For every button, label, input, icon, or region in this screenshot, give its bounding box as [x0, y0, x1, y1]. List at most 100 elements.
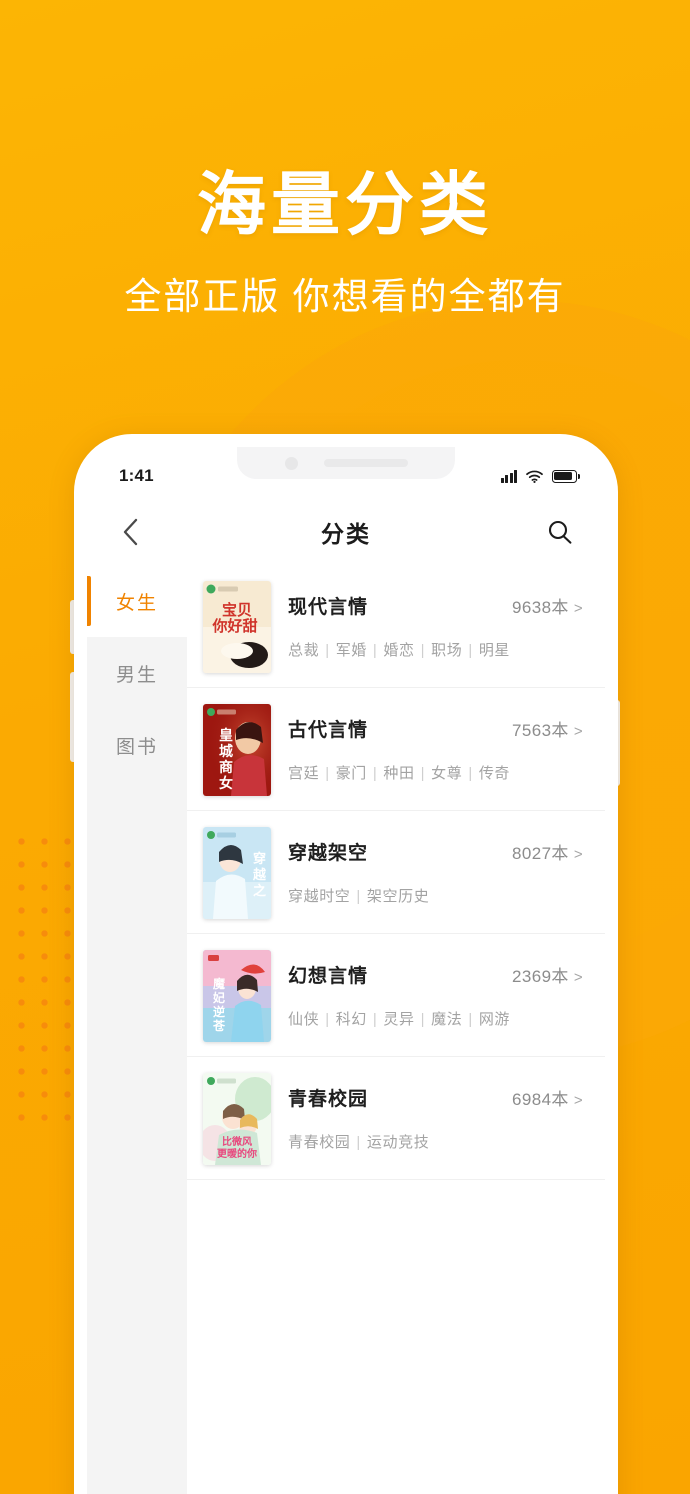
tag[interactable]: 总裁: [288, 642, 319, 659]
book-cover-image: 皇 城 商 女: [203, 704, 271, 796]
category-tags: 青春校园 | 运动竞技: [288, 1131, 583, 1152]
phone-screen: 1:41 分类 女生 男生 图书 宝贝 你好甜 现代言情 9638本 > 总裁 …: [87, 447, 605, 1494]
sidebar-item-books[interactable]: 图书: [87, 709, 187, 781]
search-button[interactable]: [543, 515, 577, 549]
category-sidebar: 女生 男生 图书: [87, 565, 187, 1494]
category-name: 穿越架空: [288, 843, 369, 864]
svg-text:之: 之: [253, 883, 266, 899]
book-cover-thumbnail: 穿 越 之: [203, 827, 271, 919]
promo-header: 海量分类 全部正版 你想看的全都有: [0, 165, 690, 320]
promo-title: 海量分类: [197, 165, 493, 245]
signal-bars-icon: [501, 469, 517, 483]
front-camera-icon: [284, 456, 298, 470]
category-tags: 宫廷 | 豪门 | 种田 | 女尊 | 传奇: [288, 762, 583, 783]
tag-separator: |: [372, 642, 378, 659]
sidebar-item-female[interactable]: 女生: [87, 565, 187, 637]
category-info: 现代言情 9638本 > 总裁 | 军婚 | 婚恋 | 职场 | 明星: [271, 579, 583, 673]
tag-separator: |: [468, 1011, 473, 1028]
category-info: 幻想言情 2369本 > 仙侠 | 科幻 | 灵异 | 魔法 | 网游: [271, 948, 583, 1042]
category-info: 穿越架空 8027本 > 穿越时空 | 架空历史: [271, 825, 583, 919]
category-header-row: 古代言情 7563本 >: [288, 715, 583, 742]
tag[interactable]: 网游: [479, 1011, 510, 1028]
svg-text:你好甜: 你好甜: [211, 617, 257, 635]
status-bar-icons: [501, 469, 581, 483]
back-button[interactable]: [113, 515, 147, 549]
category-count: 6984本 >: [512, 1085, 583, 1110]
earpiece-speaker: [323, 459, 408, 467]
sidebar-item-label: 男生: [115, 664, 158, 686]
svg-text:穿: 穿: [253, 851, 266, 867]
sidebar-item-label: 图书: [115, 736, 158, 758]
tag[interactable]: 豪门: [336, 765, 367, 782]
tag-separator: |: [420, 642, 426, 659]
category-name: 青春校园: [288, 1089, 369, 1110]
book-cover-image: 宝贝 你好甜: [203, 581, 271, 673]
category-tags: 仙侠 | 科幻 | 灵异 | 魔法 | 网游: [288, 1008, 583, 1029]
tag[interactable]: 魔法: [431, 1011, 462, 1028]
category-count-value: 7563本: [512, 721, 569, 740]
category-header-row: 幻想言情 2369本 >: [288, 961, 583, 988]
svg-text:皇: 皇: [219, 727, 233, 744]
tag-separator: |: [372, 1011, 378, 1028]
category-tags: 穿越时空 | 架空历史: [288, 885, 583, 906]
tag-separator: |: [325, 1011, 330, 1028]
chevron-left-icon: [123, 518, 137, 546]
phone-mockup: 1:41 分类 女生 男生 图书 宝贝 你好甜 现代言情 9638本 > 总裁 …: [74, 434, 618, 1494]
tag[interactable]: 婚恋: [383, 642, 414, 659]
page-title: 分类: [321, 521, 371, 547]
chevron-right-icon: >: [573, 600, 583, 617]
tag[interactable]: 军婚: [336, 642, 367, 659]
book-cover-image: 比微风 更暖的你: [203, 1073, 271, 1165]
svg-text:妃: 妃: [212, 990, 225, 1005]
tag[interactable]: 女尊: [431, 765, 462, 782]
category-tags: 总裁 | 军婚 | 婚恋 | 职场 | 明星: [288, 639, 583, 660]
battery-icon: [552, 469, 581, 483]
book-cover-image: 魔 妃 逆 苍: [203, 950, 271, 1042]
chevron-right-icon: >: [573, 723, 583, 740]
tag[interactable]: 灵异: [383, 1011, 414, 1028]
table-row[interactable]: 宝贝 你好甜 现代言情 9638本 > 总裁 | 军婚 | 婚恋 | 职场 | 明星: [187, 565, 605, 688]
category-info: 古代言情 7563本 > 宫廷 | 豪门 | 种田 | 女尊 | 传奇: [271, 702, 583, 796]
sidebar-item-label: 女生: [115, 592, 158, 614]
tag-separator: |: [356, 1134, 361, 1151]
tag[interactable]: 职场: [431, 642, 462, 659]
book-cover-image: 穿 越 之: [203, 827, 271, 919]
table-row[interactable]: 皇 城 商 女 古代言情 7563本 > 宫廷 | 豪门 | 种田 | 女尊 |…: [187, 688, 605, 811]
tag-separator: |: [356, 888, 361, 905]
tag-separator: |: [325, 765, 330, 782]
tag-separator: |: [420, 1011, 426, 1028]
book-cover-thumbnail: 宝贝 你好甜: [203, 581, 271, 673]
sidebar-item-male[interactable]: 男生: [87, 637, 187, 709]
table-row[interactable]: 比微风 更暖的你 青春校园 6984本 > 青春校园 | 运动竞技: [187, 1057, 605, 1180]
tag[interactable]: 科幻: [336, 1011, 367, 1028]
tag[interactable]: 传奇: [479, 765, 510, 782]
tag[interactable]: 运动竞技: [367, 1134, 429, 1151]
book-cover-thumbnail: 魔 妃 逆 苍: [203, 950, 271, 1042]
category-header-row: 青春校园 6984本 >: [288, 1084, 583, 1111]
category-list: 宝贝 你好甜 现代言情 9638本 > 总裁 | 军婚 | 婚恋 | 职场 | 明星: [187, 565, 605, 1494]
category-count-value: 6984本: [512, 1090, 569, 1109]
category-count-value: 9638本: [512, 598, 569, 617]
category-count: 9638本 >: [512, 593, 583, 618]
tag[interactable]: 架空历史: [367, 888, 429, 905]
category-count: 7563本 >: [512, 716, 583, 741]
tag[interactable]: 仙侠: [288, 1011, 319, 1028]
tag[interactable]: 宫廷: [288, 765, 319, 782]
category-count: 8027本 >: [512, 839, 583, 864]
category-header-row: 穿越架空 8027本 >: [288, 838, 583, 865]
svg-text:比微风: 比微风: [222, 1135, 252, 1148]
category-count: 2369本 >: [512, 962, 583, 987]
table-row[interactable]: 穿 越 之 穿越架空 8027本 > 穿越时空 | 架空历史: [187, 811, 605, 934]
tag[interactable]: 种田: [383, 765, 414, 782]
table-row[interactable]: 魔 妃 逆 苍 幻想言情 2369本 > 仙侠 | 科幻 | 灵异 | 魔法 |…: [187, 934, 605, 1057]
tag-separator: |: [325, 642, 330, 659]
svg-text:越: 越: [252, 867, 267, 883]
book-cover-thumbnail: 比微风 更暖的你: [203, 1073, 271, 1165]
category-name: 现代言情: [288, 597, 369, 618]
svg-text:更暖的你: 更暖的你: [217, 1147, 257, 1160]
category-name: 幻想言情: [288, 966, 369, 987]
tag[interactable]: 明星: [479, 642, 510, 659]
tag[interactable]: 穿越时空: [288, 888, 350, 905]
tag[interactable]: 青春校园: [288, 1134, 350, 1151]
category-count-value: 8027本: [512, 844, 569, 863]
